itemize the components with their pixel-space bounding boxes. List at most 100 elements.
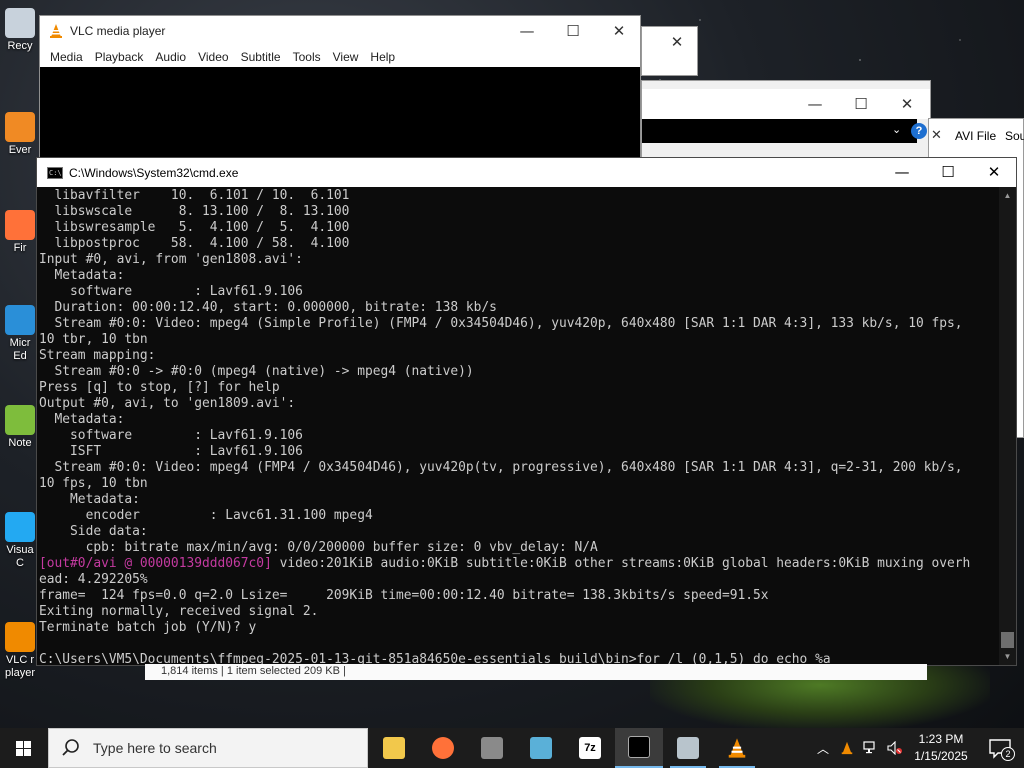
- console-line: libavfilter 10. 6.101 / 10. 6.101: [39, 188, 1001, 204]
- cmd-titlebar[interactable]: C:\ C:\Windows\System32\cmd.exe — ☐ ✕: [37, 158, 1016, 187]
- desktop-icon[interactable]: Fir: [0, 210, 40, 255]
- vlc-menu-audio[interactable]: Audio: [149, 50, 192, 64]
- vlc-titlebar[interactable]: VLC media player — ☐ ✕: [40, 16, 640, 46]
- taskbar-firefox[interactable]: [419, 728, 467, 768]
- taskbar-app-3[interactable]: [468, 728, 516, 768]
- minimize-icon[interactable]: —: [792, 89, 838, 119]
- desktop-icon[interactable]: Micr Ed: [0, 305, 40, 363]
- scroll-down-icon[interactable]: ▼: [999, 648, 1016, 665]
- console-line: Stream #0:0: Video: mpeg4 (Simple Profil…: [39, 316, 1001, 332]
- taskbar-app-4[interactable]: [517, 728, 565, 768]
- taskbar-clock[interactable]: 1:23 PM 1/15/2025: [906, 731, 976, 765]
- desktop-icon[interactable]: Recy: [0, 8, 40, 53]
- vlc-menu-video[interactable]: Video: [192, 50, 234, 64]
- console-line: [out#0/avi @ 00000139ddd067c0] video:201…: [39, 556, 1001, 572]
- notification-icon: [989, 739, 1011, 759]
- desktop-icon-label: Ed: [13, 350, 27, 362]
- search-icon: [62, 739, 79, 756]
- console-text: Output #0, avi, to 'gen1809.avi':: [39, 396, 296, 411]
- console-line: libswresample 5. 4.100 / 5. 4.100: [39, 220, 1001, 236]
- desktop-icon-label: Recy: [7, 40, 33, 52]
- console-scrollbar[interactable]: ▲ ▼: [999, 187, 1016, 665]
- background-window-1: ✕: [641, 26, 698, 76]
- vscode-icon: [5, 512, 35, 542]
- vlc-menu-media[interactable]: Media: [44, 50, 89, 64]
- vlc-window: VLC media player — ☐ ✕ Media Playback Audi…: [39, 15, 641, 175]
- vlc-menu-help[interactable]: Help: [364, 50, 401, 64]
- close-button[interactable]: ✕: [971, 158, 1017, 187]
- console-text: Stream #0:0: Video: mpeg4 (FMP4 / 0x3450…: [39, 460, 963, 475]
- maximize-icon[interactable]: ☐: [838, 89, 884, 119]
- maximize-button[interactable]: ☐: [550, 16, 596, 46]
- console-line: Metadata:: [39, 412, 1001, 428]
- desktop-icon-label: Note: [8, 437, 32, 449]
- desktop-icon[interactable]: Visua C: [0, 512, 40, 570]
- console-line: Terminate batch job (Y/N)? y: [39, 620, 1001, 636]
- console-text: 10 tbr, 10 tbn: [39, 332, 148, 347]
- show-hidden-icons-chevron-icon[interactable]: ︿: [812, 728, 834, 768]
- console-text: Input #0, avi, from 'gen1808.avi':: [39, 252, 303, 267]
- console-line: frame= 124 fps=0.0 q=2.0 Lsize= 209KiB t…: [39, 588, 1001, 604]
- taskbar-app-7[interactable]: [664, 728, 712, 768]
- help-icon[interactable]: ?: [911, 123, 927, 139]
- vlc-icon: [5, 622, 35, 652]
- vlc-menu-subtitle[interactable]: Subtitle: [235, 50, 287, 64]
- vlc-menubar: Media Playback Audio Video Subtitle Tools View…: [40, 46, 640, 67]
- console-text: software : Lavf61.9.106: [39, 428, 303, 443]
- vlc-menu-playback[interactable]: Playback: [89, 50, 150, 64]
- console-line: software : Lavf61.9.106: [39, 284, 1001, 300]
- console-line: Output #0, avi, to 'gen1809.avi':: [39, 396, 1001, 412]
- app-icon: [530, 737, 552, 759]
- close-icon[interactable]: ✕: [654, 27, 700, 57]
- network-icon[interactable]: [860, 728, 882, 768]
- close-icon[interactable]: ✕: [931, 127, 943, 143]
- taskbar-cmd[interactable]: [615, 728, 663, 768]
- taskbar-7zip[interactable]: 7z: [566, 728, 614, 768]
- search-placeholder: Type here to search: [93, 740, 217, 756]
- console-text: ISFT : Lavf61.9.106: [39, 444, 303, 459]
- console-line: cpb: bitrate max/min/avg: 0/0/200000 buf…: [39, 540, 1001, 556]
- close-icon[interactable]: ✕: [884, 89, 930, 119]
- vlc-menu-tools[interactable]: Tools: [287, 50, 327, 64]
- cmd-window: C:\ C:\Windows\System32\cmd.exe — ☐ ✕ li…: [36, 157, 1017, 666]
- notification-center-button[interactable]: 2: [976, 728, 1024, 768]
- chevron-down-icon[interactable]: ⌄: [892, 123, 904, 137]
- column-header-source[interactable]: Sou: [1005, 129, 1024, 143]
- console-text: ead: 4.292205%: [39, 572, 148, 587]
- console-log-prefix: [out#0/avi @ 00000139ddd067c0]: [39, 556, 272, 571]
- column-header-type[interactable]: AVI File: [955, 129, 996, 143]
- console-text: Duration: 00:00:12.40, start: 0.000000, …: [39, 300, 497, 315]
- minimize-button[interactable]: —: [879, 158, 925, 187]
- taskbar-vlc[interactable]: [713, 728, 761, 768]
- vlc-menu-view[interactable]: View: [327, 50, 365, 64]
- console-text: cpb: bitrate max/min/avg: 0/0/200000 buf…: [39, 540, 598, 555]
- desktop-icon-label: VLC r: [5, 654, 35, 666]
- desktop-icon[interactable]: Note: [0, 405, 40, 450]
- volume-muted-icon[interactable]: [884, 728, 906, 768]
- console-text: frame= 124 fps=0.0 q=2.0 Lsize= 209KiB t…: [39, 588, 769, 603]
- desktop-icon[interactable]: Ever: [0, 112, 40, 157]
- scroll-up-icon[interactable]: ▲: [999, 187, 1016, 204]
- vlc-tray-icon[interactable]: [836, 728, 858, 768]
- notification-count-badge: 2: [1001, 747, 1015, 761]
- start-button[interactable]: [0, 728, 48, 768]
- maximize-button[interactable]: ☐: [925, 158, 971, 187]
- taskbar-file-explorer[interactable]: [370, 728, 418, 768]
- desktop-icon[interactable]: VLC r player: [0, 622, 40, 680]
- desktop-icon-label: Fir: [13, 242, 27, 254]
- desktop-icon-label: Micr: [9, 337, 31, 349]
- minimize-button[interactable]: —: [504, 16, 550, 46]
- console-line: Metadata:: [39, 268, 1001, 284]
- close-button[interactable]: ✕: [596, 16, 642, 46]
- console-text: Exiting normally, received signal 2.: [39, 604, 319, 619]
- desktop-icon-label: Visua: [6, 544, 34, 556]
- 7zip-icon: 7z: [579, 737, 601, 759]
- console-output[interactable]: libavfilter 10. 6.101 / 10. 6.101 libsws…: [39, 188, 1001, 665]
- taskbar-search-box[interactable]: Type here to search: [48, 728, 368, 768]
- scrollbar-thumb[interactable]: [1001, 632, 1014, 648]
- console-text: libswresample 5. 4.100 / 5. 4.100: [39, 220, 350, 235]
- vlc-icon: [50, 24, 62, 38]
- console-text: Side data:: [39, 524, 148, 539]
- firefox-icon: [432, 737, 454, 759]
